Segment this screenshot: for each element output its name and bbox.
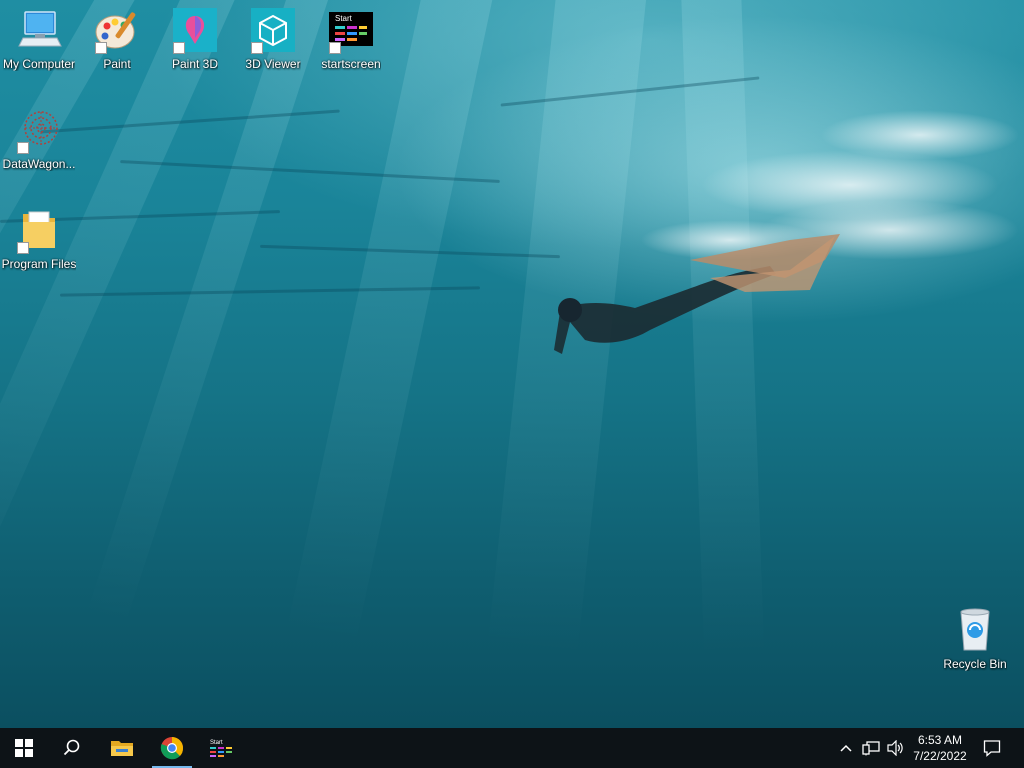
shortcut-arrow-icon: [329, 42, 341, 54]
start-button[interactable]: [0, 728, 48, 768]
desktop-icon-label: startscreen: [321, 57, 381, 71]
action-center-button[interactable]: [976, 728, 1008, 768]
taskbar: Start 6:53 AM 7/22/2022: [0, 728, 1024, 768]
desktop-icon-label: DataWagon...: [2, 157, 76, 171]
search-icon: [63, 739, 80, 756]
taskbar-clock[interactable]: 6:53 AM 7/22/2022: [908, 728, 972, 768]
taskbar-startscreen[interactable]: Start: [198, 728, 246, 768]
desktop-icon-recycle-bin[interactable]: Recycle Bin: [936, 608, 1014, 682]
startscreen-icon: Start: [210, 740, 232, 757]
notification-icon: [983, 740, 1001, 757]
desktop-icon-label: Paint: [103, 57, 131, 71]
desktop-icon-datawagon[interactable]: DataWagon...: [0, 108, 78, 182]
computer-icon: [18, 11, 62, 47]
desktop-icon-label: Program Files: [1, 257, 77, 271]
desktop-icon-my-computer[interactable]: My Computer: [0, 8, 78, 82]
desktop[interactable]: My Computer Paint Paint 3D 3D Viewer Sta…: [0, 0, 1024, 728]
search-button[interactable]: [48, 728, 96, 768]
shortcut-arrow-icon: [17, 142, 29, 154]
shortcut-arrow-icon: [95, 42, 107, 54]
windows-start-icon: [15, 739, 33, 757]
volume-icon: [887, 740, 903, 756]
taskbar-file-explorer[interactable]: [98, 728, 146, 768]
chevron-up-icon: [840, 744, 852, 752]
desktop-icon-label: My Computer: [2, 57, 76, 71]
chrome-icon: [160, 737, 184, 760]
desktop-icon-paint[interactable]: Paint: [78, 8, 156, 82]
file-explorer-icon: [111, 741, 133, 756]
taskbar-startscreen-caption: Start: [210, 740, 223, 746]
startscreen-caption: Start: [335, 14, 353, 23]
taskbar-chrome[interactable]: [148, 728, 196, 768]
shortcut-arrow-icon: [17, 242, 29, 254]
desktop-icon-startscreen[interactable]: Start startscreen: [312, 8, 390, 82]
clock-time: 6:53 AM: [917, 733, 963, 747]
shortcut-arrow-icon: [173, 42, 185, 54]
desktop-icon-label: Recycle Bin: [943, 657, 1007, 671]
desktop-icon-label: Paint 3D: [171, 57, 219, 71]
network-button[interactable]: [858, 728, 884, 768]
show-hidden-icons-button[interactable]: [834, 728, 858, 768]
desktop-icon-3d-viewer[interactable]: 3D Viewer: [234, 8, 312, 82]
freediver-image: [554, 234, 840, 354]
recycle-bin-icon: [960, 608, 990, 651]
clock-date: 7/22/2022: [913, 749, 967, 763]
desktop-icon-label: 3D Viewer: [245, 57, 301, 71]
network-icon: [862, 741, 880, 756]
volume-button[interactable]: [884, 728, 908, 768]
desktop-icon-paint-3d[interactable]: Paint 3D: [156, 8, 234, 82]
desktop-icon-program-files[interactable]: Program Files: [0, 208, 78, 282]
shortcut-arrow-icon: [251, 42, 263, 54]
